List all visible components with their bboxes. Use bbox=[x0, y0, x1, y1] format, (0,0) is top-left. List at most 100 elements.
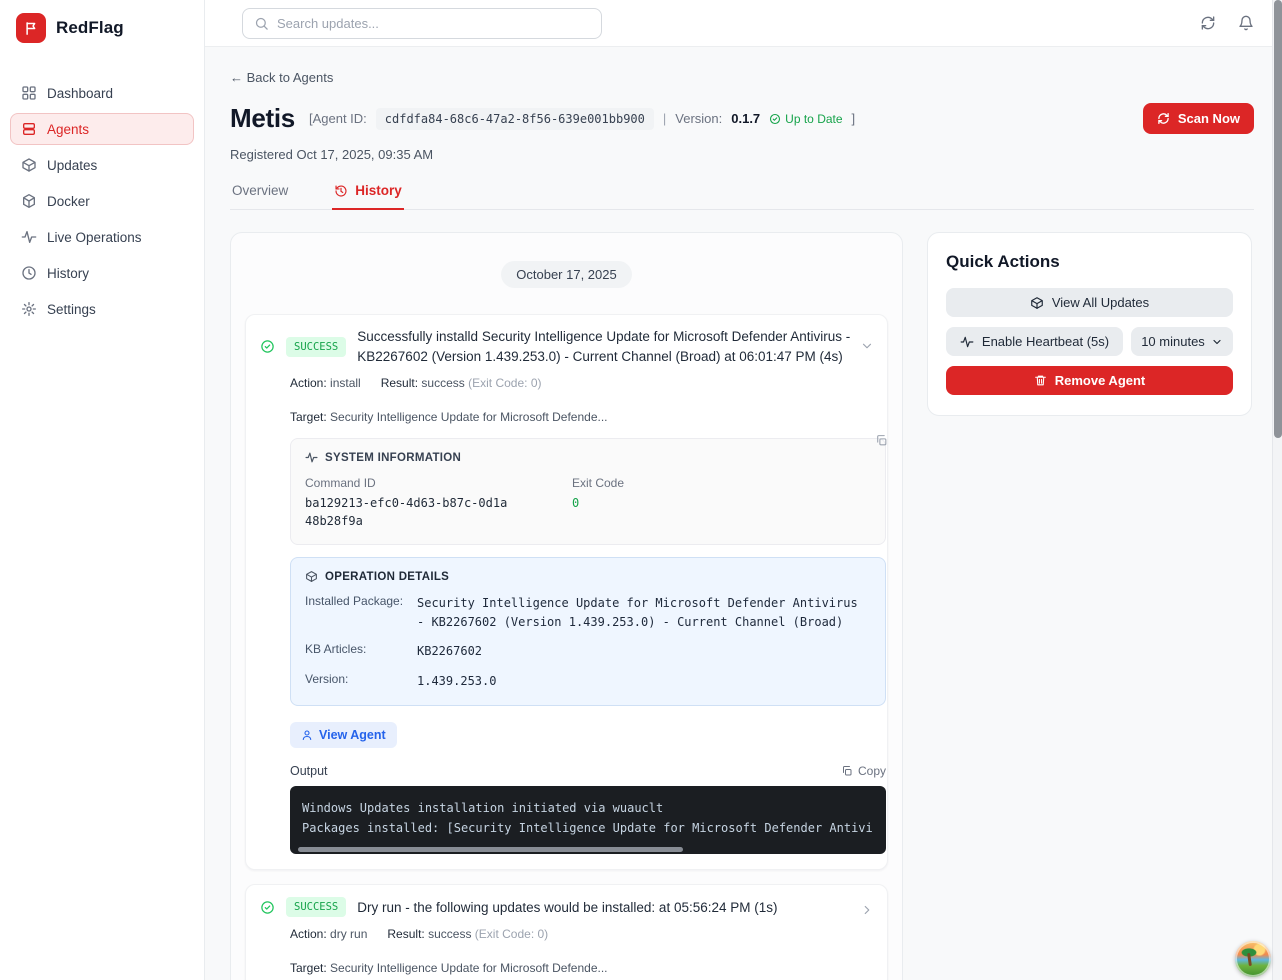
sidebar-item-label: Settings bbox=[47, 302, 96, 317]
entry-meta: Action: install Result: success (Exit Co… bbox=[290, 376, 873, 424]
history-entry-install[interactable]: SUCCESS Successfully installd Security I… bbox=[245, 314, 888, 870]
search-box[interactable] bbox=[242, 8, 602, 39]
sidebar-item-agents[interactable]: Agents bbox=[10, 113, 194, 145]
redflag-logo bbox=[16, 13, 46, 43]
search-icon bbox=[254, 16, 269, 31]
command-id-value: ba129213-efc0-4d63-b87c-0d1a48b28f9a bbox=[305, 494, 510, 530]
terminal-horizontal-scrollbar[interactable] bbox=[298, 847, 683, 852]
bell-icon[interactable] bbox=[1238, 15, 1254, 31]
page-scrollbar[interactable] bbox=[1272, 0, 1282, 980]
gear-icon bbox=[21, 301, 37, 317]
sidebar-item-history[interactable]: History bbox=[10, 257, 194, 289]
chevron-down-icon[interactable] bbox=[860, 339, 874, 353]
section-title: OPERATION DETAILS bbox=[325, 571, 449, 583]
tab-bar: Overview History bbox=[230, 183, 1254, 210]
history-entry-dry-run[interactable]: SUCCESS Dry run - the following updates … bbox=[245, 884, 888, 980]
operation-details-box: OPERATION DETAILS Installed Package: Sec… bbox=[290, 557, 886, 705]
history-timeline-panel: October 17, 2025 SUCCESS Successfully in… bbox=[230, 232, 903, 980]
sidebar-item-label: Agents bbox=[47, 122, 89, 137]
chevron-down-icon bbox=[1211, 336, 1223, 348]
version-label: Version: bbox=[675, 111, 722, 126]
entry-title: Successfully installd Security Intellige… bbox=[357, 327, 851, 366]
sidebar-item-settings[interactable]: Settings bbox=[10, 293, 194, 325]
topbar bbox=[205, 0, 1282, 47]
status-badge: SUCCESS bbox=[286, 337, 346, 357]
divider: | bbox=[663, 111, 666, 126]
registered-date: Registered Oct 17, 2025, 09:35 AM bbox=[230, 147, 1254, 162]
copy-output-button[interactable]: Copy bbox=[841, 764, 886, 778]
trash-icon bbox=[1034, 374, 1047, 387]
brand-name: RedFlag bbox=[56, 18, 124, 38]
enable-heartbeat-button[interactable]: Enable Heartbeat (5s) bbox=[946, 327, 1123, 356]
agent-id-value: cdfdfa84-68c6-47a2-8f56-639e001bb900 bbox=[376, 108, 654, 130]
quick-actions-title: Quick Actions bbox=[946, 252, 1233, 272]
agent-id-label: [Agent ID: bbox=[309, 111, 367, 126]
brand: RedFlag bbox=[0, 0, 204, 57]
search-input[interactable] bbox=[277, 16, 590, 31]
page-title: Metis bbox=[230, 103, 295, 134]
exit-code-field: Exit Code 0 bbox=[572, 476, 624, 530]
copy-icon[interactable] bbox=[875, 434, 888, 447]
op-row-kb-articles: KB Articles: KB2267602 bbox=[305, 642, 871, 661]
check-circle-icon bbox=[260, 900, 275, 915]
version-value: 0.1.7 bbox=[731, 111, 760, 126]
entry-expanded-detail: SYSTEM INFORMATION Command ID ba129213-e… bbox=[290, 438, 886, 854]
island-badge-icon[interactable] bbox=[1235, 941, 1271, 977]
scan-now-button[interactable]: Scan Now bbox=[1143, 103, 1254, 134]
sidebar-item-updates[interactable]: Updates bbox=[10, 149, 194, 181]
sidebar: RedFlag Dashboard Agents Updates Docker … bbox=[0, 0, 205, 980]
tab-overview[interactable]: Overview bbox=[230, 183, 290, 210]
topbar-icons bbox=[1200, 15, 1254, 31]
page-scrollbar-thumb[interactable] bbox=[1274, 0, 1282, 438]
check-circle-icon bbox=[769, 113, 781, 125]
history-clock-icon bbox=[21, 265, 37, 281]
agent-header: Metis [Agent ID: cdfdfa84-68c6-47a2-8f56… bbox=[230, 103, 1254, 134]
sidebar-item-live-operations[interactable]: Live Operations bbox=[10, 221, 194, 253]
chevron-right-icon[interactable] bbox=[860, 903, 874, 917]
package-icon bbox=[305, 570, 318, 583]
pulse-icon bbox=[305, 451, 318, 464]
docker-cube-icon bbox=[21, 193, 37, 209]
section-title: SYSTEM INFORMATION bbox=[325, 452, 461, 464]
package-icon bbox=[21, 157, 37, 173]
refresh-icon bbox=[1157, 112, 1170, 125]
remove-agent-button[interactable]: Remove Agent bbox=[946, 366, 1233, 395]
view-agent-button[interactable]: View Agent bbox=[290, 722, 397, 748]
check-circle-icon bbox=[260, 339, 275, 354]
sidebar-item-label: Dashboard bbox=[47, 86, 113, 101]
main-content: ← Back to Agents Metis [Agent ID: cdfdfa… bbox=[205, 47, 1282, 980]
interval-value: 10 minutes bbox=[1141, 334, 1205, 349]
interval-dropdown[interactable]: 10 minutes bbox=[1131, 327, 1233, 356]
entry-title: Dry run - the following updates would be… bbox=[357, 898, 851, 918]
sidebar-nav: Dashboard Agents Updates Docker Live Ope… bbox=[0, 57, 204, 325]
tab-history[interactable]: History bbox=[332, 183, 404, 210]
timeline-date: October 17, 2025 bbox=[501, 261, 631, 288]
sidebar-item-docker[interactable]: Docker bbox=[10, 185, 194, 217]
status-badge: SUCCESS bbox=[286, 897, 346, 917]
person-icon bbox=[301, 729, 313, 741]
pulse-icon bbox=[960, 335, 974, 349]
sidebar-item-label: Live Operations bbox=[47, 230, 142, 245]
system-information-box: SYSTEM INFORMATION Command ID ba129213-e… bbox=[290, 438, 886, 545]
close-bracket: ] bbox=[852, 111, 856, 126]
sidebar-item-label: History bbox=[47, 266, 89, 281]
output-label: Output bbox=[290, 764, 328, 778]
agents-server-icon bbox=[21, 121, 37, 137]
exit-code-value: 0 bbox=[572, 494, 624, 512]
sidebar-item-dashboard[interactable]: Dashboard bbox=[10, 77, 194, 109]
terminal-line: Packages installed: [Security Intelligen… bbox=[302, 818, 874, 838]
command-id-field: Command ID ba129213-efc0-4d63-b87c-0d1a4… bbox=[305, 476, 510, 530]
refresh-icon[interactable] bbox=[1200, 15, 1216, 31]
back-to-agents-link[interactable]: ← Back to Agents bbox=[230, 70, 333, 85]
dashboard-grid-icon bbox=[21, 85, 37, 101]
copy-icon bbox=[841, 765, 853, 777]
view-all-updates-button[interactable]: View All Updates bbox=[946, 288, 1233, 317]
entry-meta: Action: dry run Result: success (Exit Co… bbox=[290, 927, 873, 975]
history-clock-icon bbox=[334, 184, 348, 198]
sidebar-item-label: Updates bbox=[47, 158, 97, 173]
sidebar-item-label: Docker bbox=[47, 194, 90, 209]
op-row-version: Version: 1.439.253.0 bbox=[305, 672, 871, 691]
package-icon bbox=[1030, 296, 1044, 310]
quick-actions-panel: Quick Actions View All Updates Enable He… bbox=[927, 232, 1252, 416]
status-badge: Up to Date bbox=[769, 112, 842, 126]
